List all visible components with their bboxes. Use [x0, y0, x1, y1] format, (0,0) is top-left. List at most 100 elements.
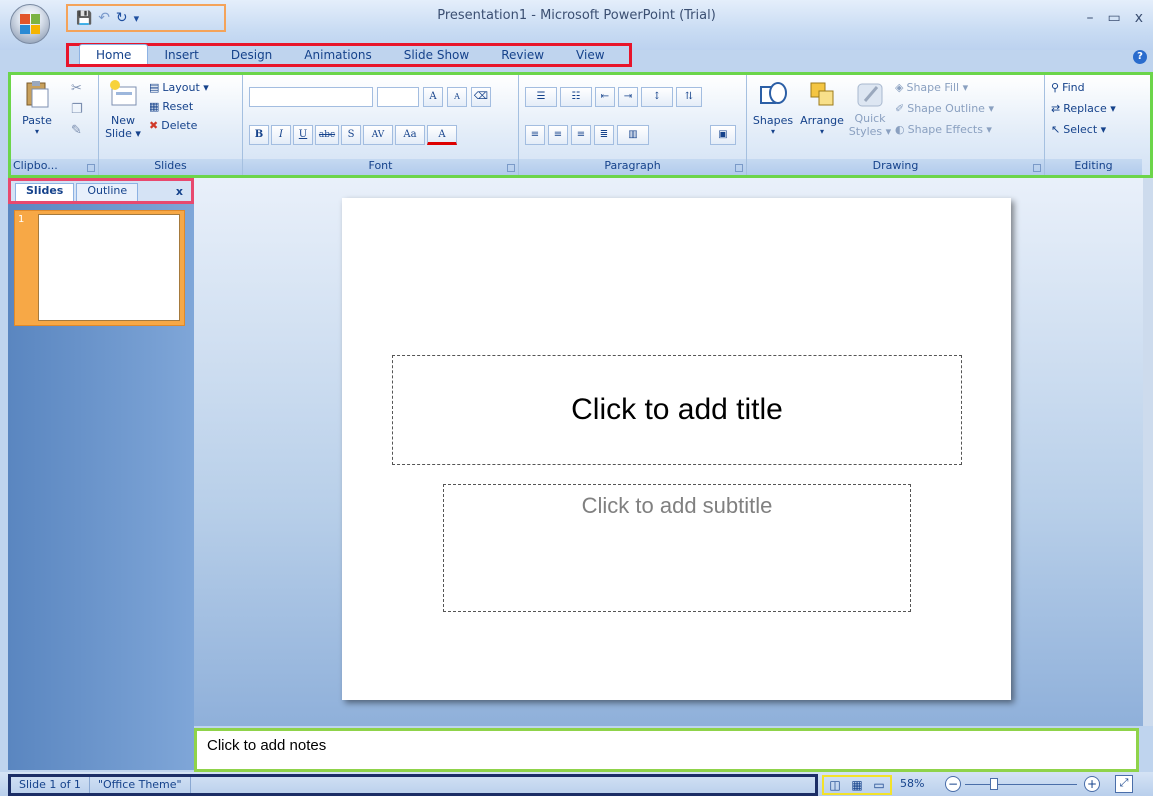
status-info: Slide 1 of 1 "Office Theme" — [8, 774, 818, 796]
window-title: Presentation1 - Microsoft PowerPoint (Tr… — [437, 8, 716, 23]
dialog-launcher-icon[interactable] — [1033, 164, 1041, 172]
tab-outline[interactable]: Outline — [76, 183, 139, 201]
paste-icon — [26, 81, 49, 108]
align-right-icon[interactable]: ≡ — [571, 125, 591, 145]
new-slide-button[interactable]: New Slide ▾ — [103, 79, 143, 140]
select-button[interactable]: ↖ Select ▾ — [1051, 123, 1116, 136]
shrink-font-button[interactable]: A — [447, 87, 467, 107]
normal-view-icon[interactable]: ◫ — [829, 778, 840, 792]
bullets-icon[interactable]: ☰ — [525, 87, 557, 107]
zoom-out-button[interactable]: − — [945, 776, 961, 792]
pencil-icon: ✐ — [895, 102, 905, 115]
tab-design[interactable]: Design — [215, 46, 288, 64]
text-direction-icon[interactable]: ⇅ — [676, 87, 702, 107]
italic-button[interactable]: I — [271, 125, 291, 145]
group-clipboard: Paste ▾ ✂ ❐ ✎ Clipbo... — [11, 75, 99, 175]
bold-button[interactable]: B — [249, 125, 269, 145]
dialog-launcher-icon[interactable] — [735, 164, 743, 172]
zoom-level[interactable]: 58% — [900, 777, 924, 790]
reset-button[interactable]: ▦ Reset — [149, 100, 209, 113]
reset-icon: ▦ — [149, 100, 160, 113]
arrange-icon — [810, 82, 834, 106]
tab-home[interactable]: Home — [79, 44, 149, 64]
group-label-editing: Editing — [1045, 159, 1142, 175]
slide-show-icon[interactable]: ▭ — [873, 778, 884, 792]
replace-icon: ⇄ — [1051, 102, 1061, 115]
theme-name[interactable]: "Office Theme" — [90, 777, 191, 793]
cut-icon[interactable]: ✂ — [71, 81, 83, 96]
shape-effects-button[interactable]: ◐ Shape Effects ▾ — [895, 123, 994, 136]
quick-styles-icon — [857, 83, 883, 107]
slide-thumbnail[interactable] — [38, 214, 180, 321]
justify-icon[interactable]: ≣ — [594, 125, 614, 145]
slide-thumbnail-number: 1 — [18, 214, 25, 225]
tab-slide-show[interactable]: Slide Show — [388, 46, 485, 64]
smartart-icon[interactable]: ▣ — [710, 125, 736, 145]
format-painter-icon[interactable]: ✎ — [71, 123, 83, 138]
decrease-indent-icon[interactable]: ⇤ — [595, 87, 615, 107]
align-left-icon[interactable]: ≡ — [525, 125, 545, 145]
group-label-clipboard: Clipbo... — [11, 159, 98, 175]
shape-outline-button[interactable]: ✐ Shape Outline ▾ — [895, 102, 994, 115]
char-spacing-button[interactable]: AV — [363, 125, 393, 145]
group-label-slides: Slides — [99, 159, 242, 175]
tab-insert[interactable]: Insert — [148, 46, 214, 64]
maximize-button[interactable]: ▭ — [1107, 10, 1120, 26]
fit-to-window-icon[interactable]: ⤢ — [1115, 775, 1133, 793]
font-name-select[interactable] — [249, 87, 373, 107]
paint-bucket-icon: ◈ — [895, 81, 904, 94]
layout-icon: ▤ — [149, 81, 160, 94]
increase-indent-icon[interactable]: ⇥ — [618, 87, 638, 107]
layout-button[interactable]: ▤ Layout ▾ — [149, 81, 209, 94]
group-font: A A ⌫ B I U abc S AV Aa A Font — [243, 75, 519, 175]
group-label-paragraph: Paragraph — [519, 159, 746, 175]
vertical-scrollbar[interactable] — [1143, 178, 1153, 726]
ribbon-tabs: Home Insert Design Animations Slide Show… — [66, 43, 632, 67]
find-button[interactable]: ⚲ Find — [1051, 81, 1116, 94]
zoom-slider-thumb[interactable] — [990, 778, 999, 790]
title-placeholder[interactable]: Click to add title — [392, 355, 962, 465]
tab-review[interactable]: Review — [485, 46, 560, 64]
close-button[interactable]: x — [1135, 10, 1143, 26]
tab-slides[interactable]: Slides — [15, 183, 75, 201]
zoom-slider-track[interactable] — [965, 784, 1077, 785]
columns-icon[interactable]: ▥ — [617, 125, 649, 145]
notes-pane[interactable]: Click to add notes — [194, 728, 1139, 772]
arrange-button[interactable]: Arrange ▾ — [797, 79, 847, 136]
delete-button[interactable]: ✖ Delete — [149, 119, 209, 132]
replace-button[interactable]: ⇄ Replace ▾ — [1051, 102, 1116, 115]
close-pane-icon[interactable]: x — [176, 185, 183, 198]
strikethrough-button[interactable]: abc — [315, 125, 339, 145]
effects-icon: ◐ — [895, 123, 905, 136]
paste-button[interactable]: Paste ▾ — [17, 79, 57, 136]
help-icon[interactable]: ? — [1133, 50, 1147, 64]
dialog-launcher-icon[interactable] — [87, 164, 95, 172]
line-spacing-icon[interactable]: ↕ — [641, 87, 673, 107]
slide-sorter-icon[interactable]: ▦ — [851, 778, 862, 792]
dialog-launcher-icon[interactable] — [507, 164, 515, 172]
font-size-select[interactable] — [377, 87, 419, 107]
group-paragraph: ☰ ☷ ⇤ ⇥ ↕ ⇅ ≡ ≡ ≡ ≣ ▥ ▣ Paragraph — [519, 75, 747, 175]
tab-view[interactable]: View — [560, 46, 620, 64]
new-slide-icon — [110, 80, 137, 106]
ribbon: Paste ▾ ✂ ❐ ✎ Clipbo... New Slide ▾ ▤ Lay… — [8, 72, 1153, 178]
copy-icon[interactable]: ❐ — [71, 102, 83, 117]
change-case-button[interactable]: Aa — [395, 125, 425, 145]
quick-styles-button[interactable]: Quick Styles ▾ — [847, 79, 893, 138]
underline-button[interactable]: U — [293, 125, 313, 145]
shapes-icon — [760, 82, 787, 104]
shadow-button[interactable]: S — [341, 125, 361, 145]
font-color-button[interactable]: A — [427, 125, 457, 145]
shapes-button[interactable]: Shapes ▾ — [751, 79, 795, 136]
subtitle-placeholder[interactable]: Click to add subtitle — [443, 484, 911, 612]
tab-animations[interactable]: Animations — [288, 46, 387, 64]
zoom-in-button[interactable]: + — [1084, 776, 1100, 792]
numbering-icon[interactable]: ☷ — [560, 87, 592, 107]
grow-font-button[interactable]: A — [423, 87, 443, 107]
shape-fill-button[interactable]: ◈ Shape Fill ▾ — [895, 81, 994, 94]
group-drawing: Shapes ▾ Arrange ▾ Quick Styles ▾ ◈ Shape… — [747, 75, 1045, 175]
clear-format-icon[interactable]: ⌫ — [471, 87, 491, 107]
pane-tabs: Slides Outline x — [8, 178, 194, 204]
align-center-icon[interactable]: ≡ — [548, 125, 568, 145]
minimize-button[interactable]: – — [1086, 10, 1093, 26]
